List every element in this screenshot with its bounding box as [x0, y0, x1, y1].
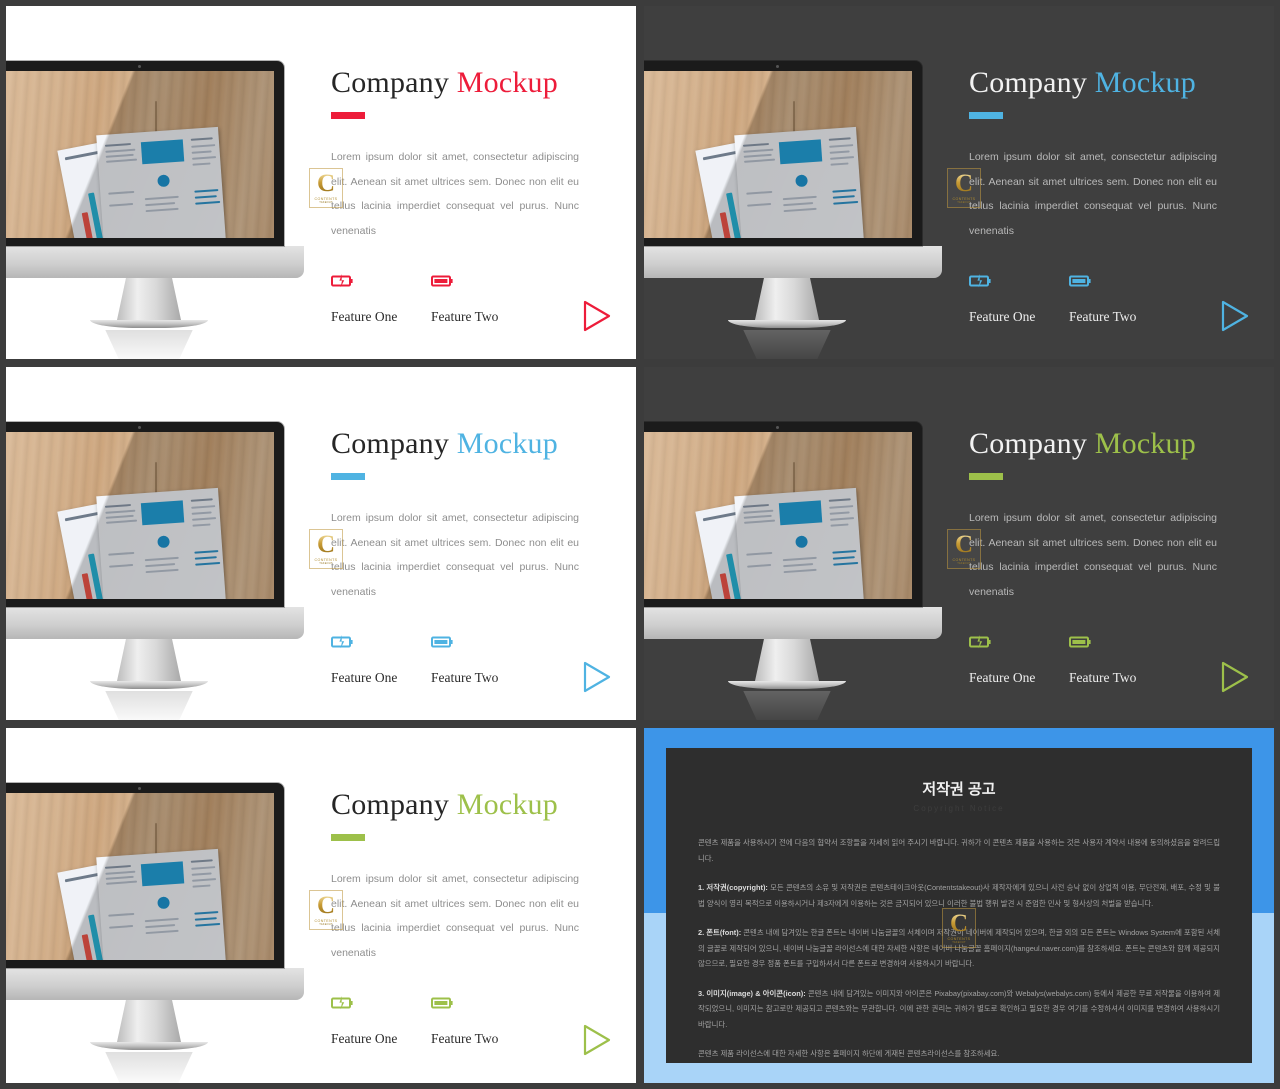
title-underline-rule [331, 473, 365, 480]
slide-panel-top-left[interactable]: Company Mockup Lorem ipsum dolor sit ame… [6, 6, 636, 359]
feature-one-label: Feature One [331, 309, 398, 324]
copyright-body: 콘텐츠 제품을 사용하시기 전에 다음의 협약서 조항들을 자세히 읽어 주시기… [698, 835, 1220, 1062]
copyright-subtitle: Copyright Notice [913, 804, 1005, 813]
feature-two-label: Feature Two [1069, 670, 1137, 685]
title-word-mockup: Mockup [1094, 66, 1196, 99]
body-paragraph: Lorem ipsum dolor sit amet, consectetur … [331, 512, 579, 598]
slide-panel-top-right[interactable]: Company Mockup Lorem ipsum dolor sit ame… [644, 6, 1274, 359]
feature-list: Feature One Feature Two [331, 634, 621, 686]
copyright-title: 저작권 공고 [922, 781, 996, 798]
battery-charging-icon [969, 634, 1069, 654]
webcam-dot [137, 65, 141, 68]
copyright-paragraph: 콘텐츠 제품을 사용하시기 전에 다음의 협약서 조항들을 자세히 읽어 주시기… [698, 838, 1220, 863]
feature-list: Feature One Feature Two [969, 273, 1259, 325]
copyright-card: 저작권 공고 Copyright Notice 콘텐츠 제품을 사용하시기 전에… [666, 748, 1252, 1063]
imac-monitor-mockup [6, 61, 304, 359]
title-word-mockup: Mockup [1094, 427, 1196, 460]
imac-monitor-mockup [644, 422, 942, 720]
imac-monitor-mockup [6, 783, 304, 1083]
battery-charging-icon [331, 273, 431, 293]
battery-full-icon [431, 995, 531, 1015]
page-title: Company Mockup [969, 427, 1259, 461]
feature-item-one[interactable]: Feature One [331, 634, 431, 686]
imac-monitor-mockup [6, 422, 304, 720]
page-title: Company Mockup [331, 66, 621, 100]
feature-list: Feature One Feature Two [969, 634, 1259, 686]
feature-item-one[interactable]: Feature One [969, 273, 1069, 325]
title-underline-rule [331, 834, 365, 841]
imac-monitor-mockup [644, 61, 942, 359]
body-paragraph: Lorem ipsum dolor sit amet, consectetur … [331, 873, 579, 959]
body-paragraph: Lorem ipsum dolor sit amet, consectetur … [969, 512, 1217, 598]
title-word-company: Company [331, 788, 450, 821]
feature-item-two[interactable]: Feature Two [431, 995, 531, 1047]
battery-full-icon [1069, 273, 1169, 293]
play-triangle-icon[interactable] [582, 300, 612, 337]
title-word-mockup: Mockup [456, 427, 558, 460]
copyright-notice-panel[interactable]: 저작권 공고 Copyright Notice 콘텐츠 제품을 사용하시기 전에… [644, 728, 1274, 1083]
slide-panel-middle-right[interactable]: Company Mockup Lorem ipsum dolor sit ame… [644, 367, 1274, 720]
page-title: Company Mockup [969, 66, 1259, 100]
title-underline-rule [331, 112, 365, 119]
copyright-paragraph: 1. 저작권(copyright): 모든 콘텐츠의 소유 및 저작권은 콘텐츠… [698, 883, 1221, 908]
webcam-dot [775, 426, 779, 429]
body-paragraph: Lorem ipsum dolor sit amet, consectetur … [969, 151, 1217, 237]
title-word-company: Company [969, 66, 1088, 99]
feature-list: Feature One Feature Two [331, 273, 621, 325]
copyright-paragraph: 3. 이미지(image) & 아이콘(icon): 콘텐츠 내에 담겨있는 이… [698, 988, 1220, 1029]
feature-item-two[interactable]: Feature Two [1069, 634, 1169, 686]
slide-panel-middle-left[interactable]: Company Mockup Lorem ipsum dolor sit ame… [6, 367, 636, 720]
feature-item-two[interactable]: Feature Two [431, 273, 531, 325]
webcam-dot [137, 787, 141, 790]
feature-list: Feature One Feature Two [331, 995, 621, 1047]
feature-two-label: Feature Two [431, 1031, 499, 1046]
feature-item-one[interactable]: Feature One [969, 634, 1069, 686]
play-triangle-icon[interactable] [582, 1024, 612, 1061]
title-word-mockup: Mockup [456, 788, 558, 821]
title-underline-rule [969, 473, 1003, 480]
feature-one-label: Feature One [969, 670, 1036, 685]
feature-one-label: Feature One [331, 1031, 398, 1046]
feature-item-two[interactable]: Feature Two [431, 634, 531, 686]
battery-full-icon [1069, 634, 1169, 654]
battery-charging-icon [969, 273, 1069, 293]
play-triangle-icon[interactable] [1220, 300, 1250, 337]
title-underline-rule [969, 112, 1003, 119]
feature-item-one[interactable]: Feature One [331, 273, 431, 325]
slide-panel-bottom-left[interactable]: Company Mockup Lorem ipsum dolor sit ame… [6, 728, 636, 1083]
battery-full-icon [431, 273, 531, 293]
copyright-paragraph: 콘텐츠 제품 라이선스에 대한 자세한 사항은 홈페이지 하단에 게재된 콘텐츠… [698, 1049, 1000, 1058]
page-title: Company Mockup [331, 788, 621, 822]
title-word-company: Company [331, 427, 450, 460]
title-word-company: Company [331, 66, 450, 99]
page-title: Company Mockup [331, 427, 621, 461]
webcam-dot [137, 426, 141, 429]
play-triangle-icon[interactable] [582, 661, 612, 698]
feature-two-label: Feature Two [431, 670, 499, 685]
feature-item-two[interactable]: Feature Two [1069, 273, 1169, 325]
feature-item-one[interactable]: Feature One [331, 995, 431, 1047]
body-paragraph: Lorem ipsum dolor sit amet, consectetur … [331, 151, 579, 237]
play-triangle-icon[interactable] [1220, 661, 1250, 698]
slide-thumbnail-grid: Company Mockup Lorem ipsum dolor sit ame… [0, 0, 1280, 1089]
feature-two-label: Feature Two [1069, 309, 1137, 324]
title-word-mockup: Mockup [456, 66, 558, 99]
battery-full-icon [431, 634, 531, 654]
webcam-dot [775, 65, 779, 68]
title-word-company: Company [969, 427, 1088, 460]
battery-charging-icon [331, 634, 431, 654]
feature-two-label: Feature Two [431, 309, 499, 324]
feature-one-label: Feature One [331, 670, 398, 685]
feature-one-label: Feature One [969, 309, 1036, 324]
copyright-paragraph: 2. 폰트(font): 콘텐츠 내에 담겨있는 한글 폰트는 네이버 나눔글꼴… [698, 928, 1220, 968]
battery-charging-icon [331, 995, 431, 1015]
